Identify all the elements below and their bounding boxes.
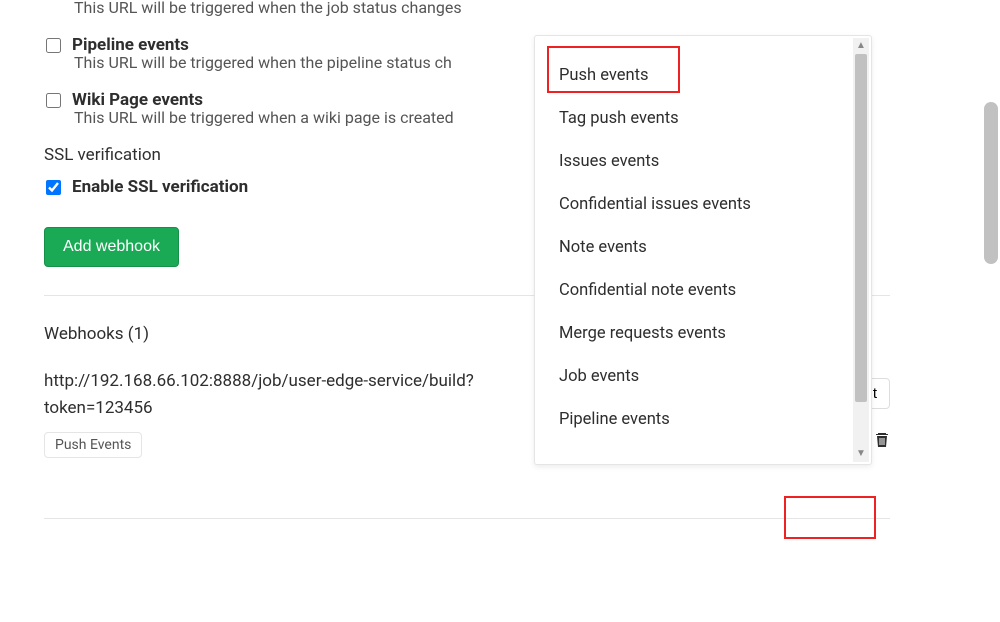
wiki-events-checkbox[interactable] — [46, 93, 61, 108]
dropdown-item-job-events[interactable]: Job events — [535, 355, 871, 398]
window-scrollbar-thumb[interactable] — [984, 102, 998, 264]
dropdown-item-pipeline-events[interactable]: Pipeline events — [535, 398, 871, 441]
dropdown-item-issues-events[interactable]: Issues events — [535, 140, 871, 183]
add-webhook-button[interactable]: Add webhook — [44, 227, 179, 267]
trash-icon — [874, 430, 890, 448]
pipeline-events-label: Pipeline events — [72, 35, 189, 55]
dropdown-item-tag-push-events[interactable]: Tag push events — [535, 97, 871, 140]
test-dropdown-menu: Push events Tag push events Issues event… — [534, 35, 872, 465]
ssl-enable-label: Enable SSL verification — [72, 177, 248, 197]
dropdown-item-confidential-note-events[interactable]: Confidential note events — [535, 269, 871, 312]
dropdown-item-merge-requests-events[interactable]: Merge requests events — [535, 312, 871, 355]
pipeline-events-checkbox[interactable] — [46, 38, 61, 53]
dropdown-scrollbar[interactable]: ▲ ▼ — [853, 38, 869, 462]
scroll-thumb[interactable] — [855, 54, 867, 402]
webhook-url: http://192.168.66.102:8888/job/user-edge… — [44, 368, 474, 422]
dropdown-item-confidential-issues-events[interactable]: Confidential issues events — [535, 183, 871, 226]
wiki-events-label: Wiki Page events — [72, 90, 203, 110]
delete-button[interactable] — [874, 430, 890, 448]
dropdown-item-note-events[interactable]: Note events — [535, 226, 871, 269]
webhook-event-badge: Push Events — [44, 432, 142, 458]
ssl-checkbox[interactable] — [46, 180, 61, 195]
job-events-hint: This URL will be triggered when the job … — [44, 0, 890, 17]
scroll-down-icon: ▼ — [856, 449, 866, 459]
scroll-up-icon: ▲ — [856, 41, 866, 51]
dropdown-item-push-events[interactable]: Push events — [535, 54, 871, 97]
divider-bottom — [44, 518, 890, 519]
